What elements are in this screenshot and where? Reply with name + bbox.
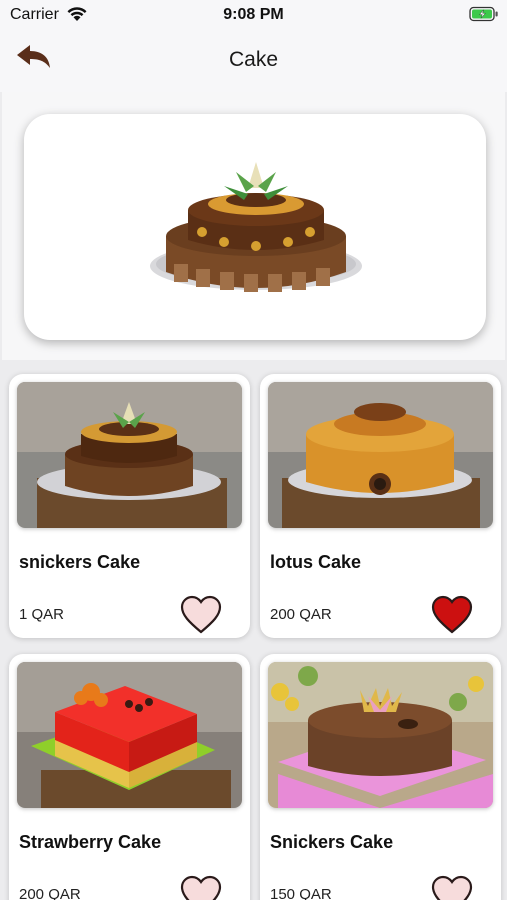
content-area: snickers Cake 1 QAR lotus Cake 200 QAR S…: [0, 92, 507, 900]
hero-panel: [2, 92, 505, 360]
screen: Carrier 9:08 PM Cake snickers Cake 1 QAR…: [0, 0, 507, 900]
favorite-button[interactable]: [430, 874, 474, 900]
page-title: Cake: [228, 48, 279, 71]
product-price: 200 QAR: [270, 606, 332, 623]
status-bar: Carrier 9:08 PM: [0, 0, 507, 30]
product-image: [268, 662, 493, 808]
product-card[interactable]: Strawberry Cake 200 QAR: [9, 654, 250, 900]
hero-cake-image: [150, 162, 362, 292]
heart-outline-icon: [431, 875, 473, 900]
product-image: [17, 382, 242, 528]
product-name: snickers Cake: [19, 552, 141, 572]
nav-bar: Cake: [0, 30, 507, 92]
favorite-button[interactable]: [179, 594, 223, 636]
favorite-button[interactable]: [179, 874, 223, 900]
product-card[interactable]: snickers Cake 1 QAR: [9, 374, 250, 638]
favorite-button[interactable]: [430, 594, 474, 636]
clock-label: 9:08 PM: [223, 6, 284, 23]
hero-banner[interactable]: [24, 114, 486, 340]
battery-charging-icon: [469, 6, 499, 27]
product-card[interactable]: Snickers Cake 150 QAR: [260, 654, 501, 900]
product-price: 150 QAR: [270, 886, 332, 900]
heart-outline-icon: [180, 875, 222, 900]
product-price: 200 QAR: [19, 886, 81, 900]
product-price: 1 QAR: [19, 606, 65, 623]
product-name: Strawberry Cake: [19, 832, 162, 852]
product-image: [17, 662, 242, 808]
product-name: lotus Cake: [270, 552, 362, 572]
product-image: [268, 382, 493, 528]
heart-filled-icon: [431, 595, 473, 634]
product-card[interactable]: lotus Cake 200 QAR: [260, 374, 501, 638]
product-name: Snickers Cake: [270, 832, 394, 852]
heart-outline-icon: [180, 595, 222, 634]
